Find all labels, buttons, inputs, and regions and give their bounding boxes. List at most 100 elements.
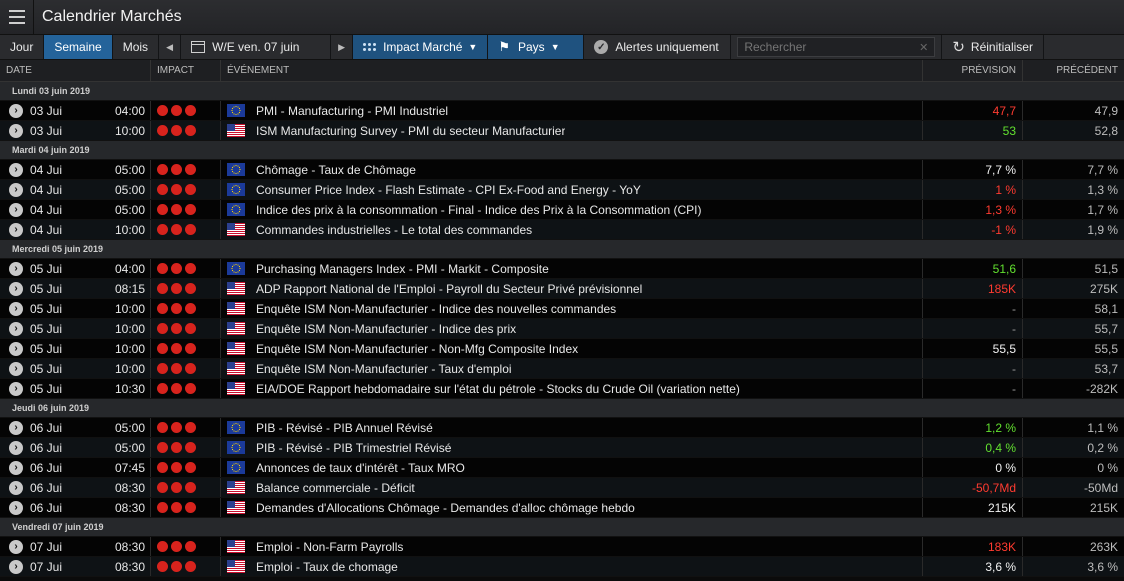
previous-value: 55,7 — [1022, 319, 1124, 338]
view-day-button[interactable]: Jour — [0, 35, 45, 59]
column-header-previous[interactable]: PRÉCÉDENT — [1022, 60, 1124, 81]
impact-dot-icon — [171, 422, 182, 433]
table-row[interactable]: › 06 Jui 05:00 PIB - Révisé - PIB Trimestri… — [0, 438, 1124, 458]
chevron-right-icon[interactable]: › — [9, 301, 23, 316]
view-month-button[interactable]: Mois — [113, 35, 160, 59]
column-header-impact[interactable]: IMPACT — [150, 60, 220, 81]
view-week-button[interactable]: Semaine — [44, 35, 113, 59]
chevron-right-icon[interactable]: › — [9, 341, 23, 356]
chevron-right-icon[interactable]: › — [9, 500, 23, 515]
flag-icon: ⚑ — [498, 39, 510, 54]
impact-dot-icon — [157, 422, 168, 433]
alerts-only-toggle[interactable]: ✓ Alertes uniquement — [584, 35, 732, 59]
table-row[interactable]: › 05 Jui 10:00 Enquête ISM Non-Manufacturie… — [0, 339, 1124, 359]
table-row[interactable]: › 05 Jui 04:00 Purchasing Managers Index - … — [0, 259, 1124, 279]
table-row[interactable]: › 04 Jui 10:00 Commandes industrielles - Le… — [0, 220, 1124, 240]
forecast-value: 51,6 — [922, 259, 1022, 278]
impact-filter-dropdown[interactable]: Impact Marché ▼ — [353, 35, 489, 59]
impact-dot-icon — [185, 224, 196, 235]
table-row[interactable]: › 03 Jui 04:00 PMI - Manufacturing - PMI In… — [0, 101, 1124, 121]
impact-cell — [150, 557, 220, 576]
country-filter-dropdown[interactable]: ⚑ Pays ▼ — [488, 35, 585, 59]
event-cell: Enquête ISM Non-Manufacturier - Non-Mfg … — [220, 339, 922, 358]
previous-value: 215K — [1022, 498, 1124, 517]
chevron-right-icon[interactable]: › — [9, 539, 23, 554]
impact-cell — [150, 438, 220, 457]
forecast-value: 215K — [922, 498, 1022, 517]
table-row[interactable]: › 06 Jui 08:30 Demandes d'Allocations Chôma… — [0, 498, 1124, 518]
menu-icon[interactable] — [0, 0, 34, 35]
next-week-arrow-icon[interactable]: ▶ — [331, 35, 354, 59]
table-row[interactable]: › 03 Jui 10:00 ISM Manufacturing Survey - P… — [0, 121, 1124, 141]
day-group-rows: › 04 Jui 05:00 Chômage - Taux de Chômage 7,7… — [0, 160, 1124, 240]
impact-cell — [150, 537, 220, 556]
week-selector[interactable]: W/E ven. 07 juin — [181, 35, 332, 59]
chevron-right-icon[interactable]: › — [9, 321, 23, 336]
chevron-right-icon[interactable]: › — [9, 381, 23, 396]
event-day: 05 Jui — [30, 281, 63, 296]
chevron-right-icon[interactable]: › — [9, 361, 23, 376]
chevron-down-icon: ▼ — [550, 42, 560, 52]
chevron-right-icon[interactable]: › — [9, 182, 23, 197]
impact-dot-icon — [185, 462, 196, 473]
event-name: Balance commerciale - Déficit — [256, 480, 415, 495]
chevron-right-icon[interactable]: › — [9, 202, 23, 217]
table-row[interactable]: › 04 Jui 05:00 Consumer Price Index - Flash… — [0, 180, 1124, 200]
table-row[interactable]: › 05 Jui 10:30 EIA/DOE Rapport hebdomadaire… — [0, 379, 1124, 399]
event-time: 08:15 — [114, 281, 145, 296]
table-row[interactable]: › 07 Jui 08:30 Emploi - Non-Farm Payrolls 18… — [0, 537, 1124, 557]
previous-value: 52,8 — [1022, 121, 1124, 140]
chevron-right-icon[interactable]: › — [9, 261, 23, 276]
impact-dot-icon — [171, 343, 182, 354]
event-cell: Emploi - Taux de chomage — [220, 557, 922, 576]
forecast-value: - — [922, 319, 1022, 338]
chevron-right-icon[interactable]: › — [9, 460, 23, 475]
reset-button[interactable]: ↻ Réinitialiser — [941, 35, 1044, 59]
table-row[interactable]: › 06 Jui 05:00 PIB - Révisé - PIB Annuel Ré… — [0, 418, 1124, 438]
table-row[interactable]: › 05 Jui 10:00 Enquête ISM Non-Manufacturie… — [0, 299, 1124, 319]
table-row[interactable]: › 07 Jui 08:30 Emploi - Taux de chomage 3,6 … — [0, 557, 1124, 577]
chevron-right-icon[interactable]: › — [9, 162, 23, 177]
event-cell: EIA/DOE Rapport hebdomadaire sur l'état … — [220, 379, 922, 398]
column-header-event[interactable]: ÉVÉNEMENT — [220, 60, 922, 81]
reset-label: Réinitialiser — [970, 40, 1033, 54]
event-day: 07 Jui — [30, 539, 63, 554]
impact-dot-icon — [157, 343, 168, 354]
impact-cell — [150, 101, 220, 120]
table-row[interactable]: › 05 Jui 10:00 Enquête ISM Non-Manufacturie… — [0, 359, 1124, 379]
event-name: ISM Manufacturing Survey - PMI du secteu… — [256, 123, 566, 138]
table-row[interactable]: › 04 Jui 05:00 Chômage - Taux de Chômage 7,7… — [0, 160, 1124, 180]
chevron-right-icon[interactable]: › — [9, 281, 23, 296]
chevron-right-icon[interactable]: › — [9, 222, 23, 237]
previous-value: 55,5 — [1022, 339, 1124, 358]
event-name: ADP Rapport National de l'Emploi - Payro… — [256, 281, 643, 296]
event-day: 07 Jui — [30, 559, 63, 574]
table-row[interactable]: › 05 Jui 10:00 Enquête ISM Non-Manufacturie… — [0, 319, 1124, 339]
forecast-value: - — [922, 379, 1022, 398]
event-time: 10:30 — [114, 381, 145, 396]
table-row[interactable]: › 06 Jui 08:30 Balance commerciale - Défici… — [0, 478, 1124, 498]
clear-icon[interactable]: ✕ — [919, 41, 928, 54]
chevron-right-icon[interactable]: › — [9, 420, 23, 435]
impact-cell — [150, 220, 220, 239]
impact-cell — [150, 478, 220, 497]
day-group-header: Jeudi 06 juin 2019 — [0, 399, 1124, 418]
table-row[interactable]: › 05 Jui 08:15 ADP Rapport National de l'Em… — [0, 279, 1124, 299]
search-input[interactable] — [744, 40, 920, 54]
chevron-right-icon[interactable]: › — [9, 480, 23, 495]
chevron-right-icon[interactable]: › — [9, 103, 23, 118]
impact-cell — [150, 180, 220, 199]
table-header: DATE IMPACT ÉVÉNEMENT PRÉVISION PRÉCÉDEN… — [0, 60, 1124, 82]
chevron-right-icon[interactable]: › — [9, 559, 23, 574]
chevron-right-icon[interactable]: › — [9, 440, 23, 455]
table-row[interactable]: › 04 Jui 05:00 Indice des prix à la consomm… — [0, 200, 1124, 220]
column-header-forecast[interactable]: PRÉVISION — [922, 60, 1022, 81]
prev-week-arrow-icon[interactable]: ◀ — [159, 35, 182, 59]
impact-dot-icon — [157, 125, 168, 136]
impact-dot-icon — [185, 383, 196, 394]
column-header-date[interactable]: DATE — [0, 60, 150, 81]
event-name: PIB - Révisé - PIB Annuel Révisé — [256, 420, 433, 435]
table-row[interactable]: › 06 Jui 07:45 Annonces de taux d'intérêt -… — [0, 458, 1124, 478]
chevron-right-icon[interactable]: › — [9, 123, 23, 138]
event-name: Emploi - Taux de chomage — [256, 559, 398, 574]
